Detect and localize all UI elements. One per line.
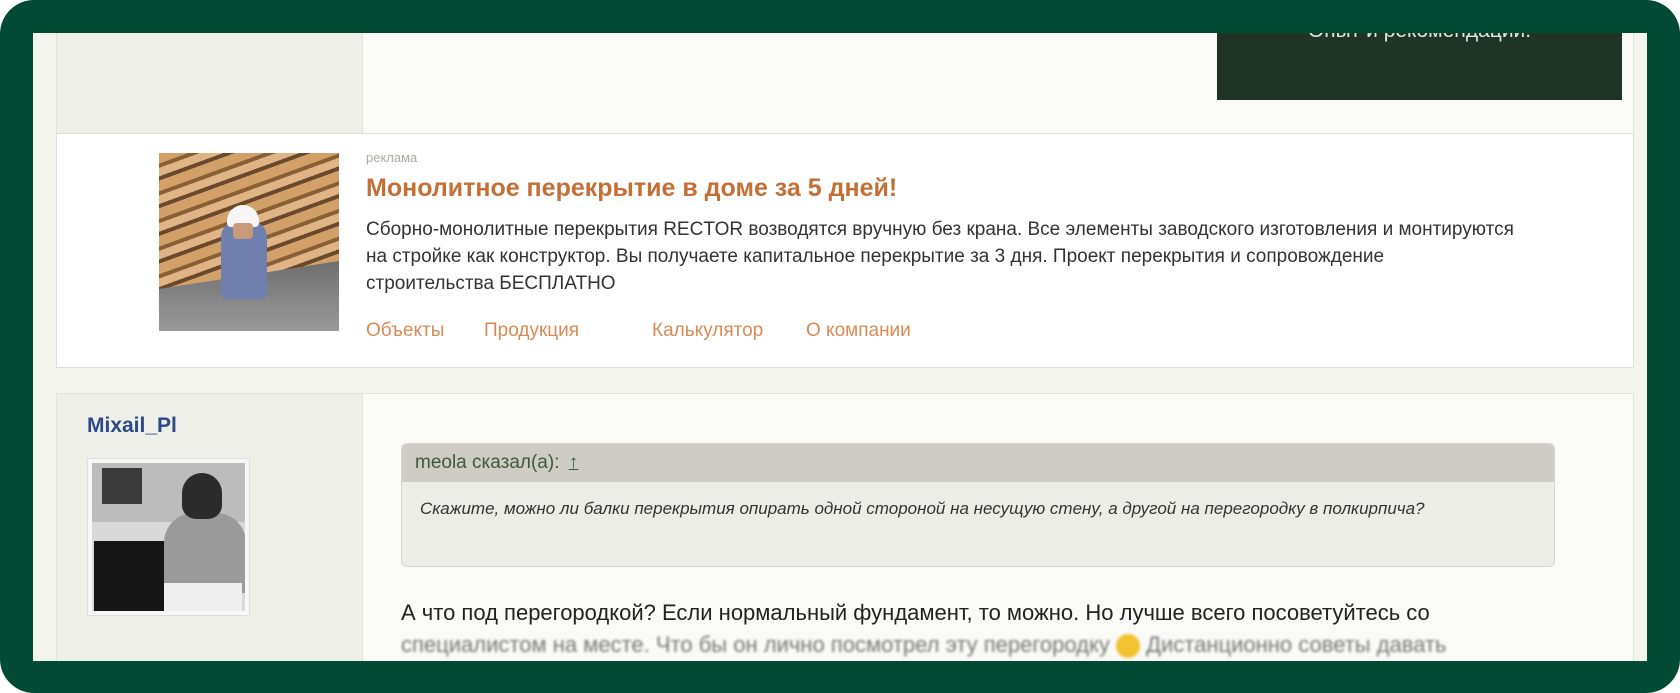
browser-viewport: Опыт и рекомендации. реклама Монолитное … [33, 33, 1647, 661]
avatar-bg-monitor [102, 468, 142, 504]
avatar[interactable] [87, 458, 250, 616]
smile-emoji-icon [1115, 634, 1140, 659]
device-frame: Опыт и рекомендации. реклама Монолитное … [0, 0, 1680, 693]
post-message-line2-end: Дистанционно советы давать [1146, 632, 1447, 657]
ad-title-link[interactable]: Монолитное перекрытие в доме за 5 дней! [366, 174, 897, 203]
previous-post: Опыт и рекомендации. [56, 33, 1634, 139]
quote-author: meola сказал(а): [415, 452, 560, 473]
post-author-sidebar: Mixail_Pl [57, 394, 363, 661]
ad-image[interactable] [159, 153, 339, 331]
quote-text: Скажите, можно ли балки перекрытия опира… [420, 499, 1425, 518]
post-message: А что под перегородкой? Если нормальный … [401, 597, 1561, 661]
ad-link-products[interactable]: Продукция [484, 320, 579, 342]
ad-link-objects[interactable]: Объекты [366, 320, 444, 342]
post-message-line2-start: специалистом на месте. Что бы он лично п… [401, 632, 1110, 657]
avatar-person-body [164, 513, 245, 593]
ad-link-calculator[interactable]: Калькулятор [652, 320, 763, 342]
ad-links: Объекты Продукция Калькулятор О компании [366, 320, 1066, 346]
post-message-line1: А что под перегородкой? Если нормальный … [401, 600, 1430, 625]
advertisement-block[interactable]: реклама Монолитное перекрытие в доме за … [56, 133, 1634, 368]
ad-image-face [233, 223, 253, 239]
ad-description: Сборно-монолитные перекрытия RECTOR возв… [366, 219, 1514, 294]
avatar-person-head [182, 473, 222, 519]
previous-post-sidebar [57, 33, 363, 138]
quote-header: meola сказал(а): ↑ [402, 444, 1554, 482]
avatar-image [92, 463, 245, 611]
ad-link-about[interactable]: О компании [806, 320, 911, 342]
ad-label: реклама [366, 150, 418, 165]
promo-banner[interactable]: Опыт и рекомендации. [1217, 33, 1622, 100]
promo-banner-text: Опыт и рекомендации. [1308, 33, 1531, 42]
forum-post: Mixail_Pl meola сказал(а): ↑ Скажите, мо… [56, 393, 1634, 661]
post-message-line2: специалистом на месте. Что бы он лично п… [401, 629, 1561, 661]
jump-to-quote-link[interactable]: ↑ [569, 452, 579, 473]
author-username-link[interactable]: Mixail_Pl [87, 414, 177, 438]
avatar-monitor [94, 541, 164, 611]
quote-block: meola сказал(а): ↑ Скажите, можно ли бал… [401, 443, 1555, 567]
